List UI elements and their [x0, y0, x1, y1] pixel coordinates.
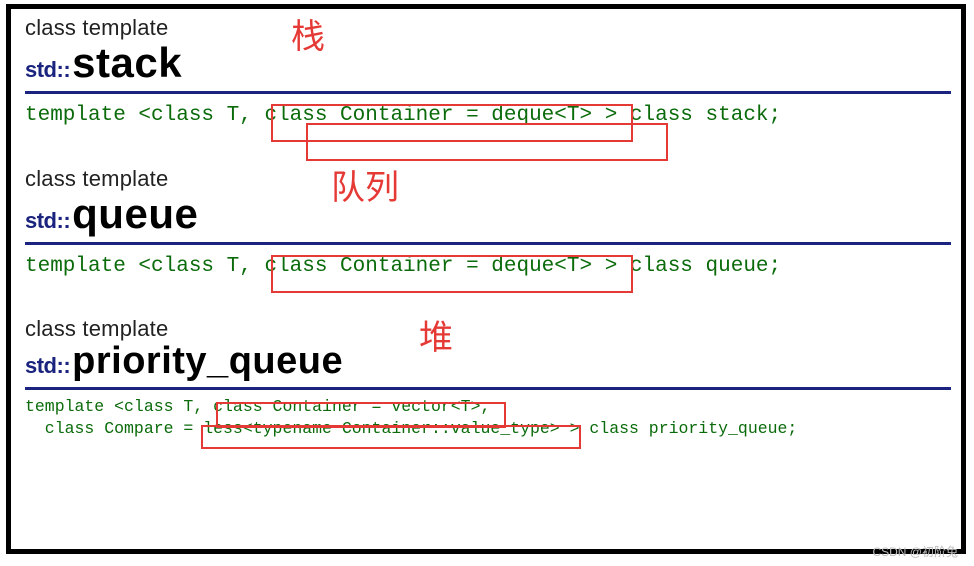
kind-label: class template	[25, 15, 951, 41]
divider	[25, 242, 951, 245]
title-line: std:: stack	[25, 39, 951, 87]
signature-stack: template <class T, class Container = deq…	[25, 100, 951, 132]
divider	[25, 387, 951, 390]
signature-priority-queue-line1: template <class T, class Container = vec…	[25, 396, 951, 418]
divider	[25, 91, 951, 94]
kind-label: class template	[25, 316, 951, 342]
title-line: std:: priority_queue	[25, 340, 951, 383]
title-line: std:: queue	[25, 190, 951, 238]
namespace-label: std::	[25, 208, 70, 234]
document-frame: class template std:: stack 栈 template <c…	[6, 4, 966, 554]
class-name-queue: queue	[72, 190, 198, 238]
annotation-priority-queue: 堆	[419, 310, 453, 359]
signature-queue: template <class T, class Container = deq…	[25, 251, 951, 283]
annotation-queue: 队列	[331, 160, 399, 209]
class-name-stack: stack	[72, 39, 182, 87]
section-stack: class template std:: stack 栈 template <c…	[11, 9, 961, 132]
annotation-stack: 栈	[291, 9, 325, 58]
section-priority-queue: class template std:: priority_queue 堆 te…	[11, 310, 961, 441]
class-name-priority-queue: priority_queue	[72, 340, 343, 383]
watermark: CSDN @初阶兔	[872, 543, 958, 560]
kind-label: class template	[25, 166, 951, 192]
namespace-label: std::	[25, 353, 70, 379]
signature-priority-queue-line2: class Compare = less<typename Container:…	[25, 418, 951, 440]
namespace-label: std::	[25, 57, 70, 83]
section-queue: class template std:: queue 队列 template <…	[11, 160, 961, 283]
